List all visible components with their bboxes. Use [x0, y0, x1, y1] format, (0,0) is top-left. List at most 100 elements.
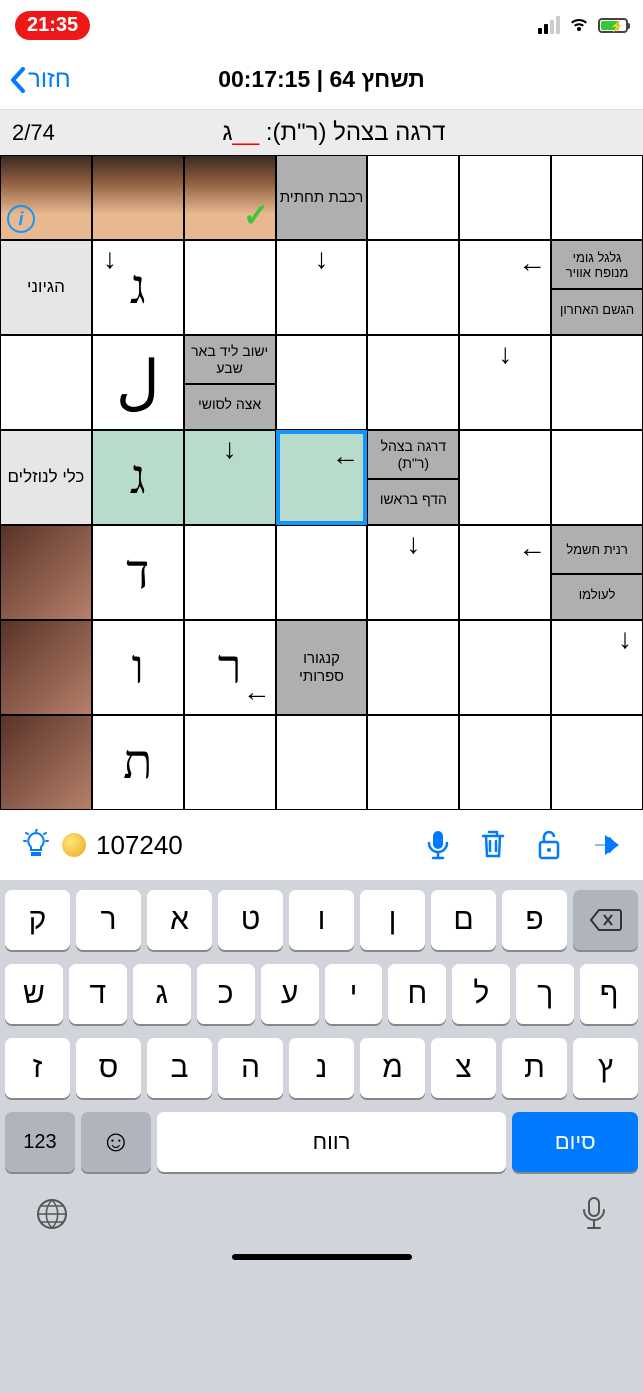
cell[interactable]: ג↓	[92, 240, 184, 335]
globe-icon[interactable]	[35, 1197, 69, 1231]
cell[interactable]	[184, 240, 276, 335]
key-backspace[interactable]	[573, 890, 638, 950]
cell[interactable]	[551, 715, 643, 810]
arrow-left-icon: ←	[518, 247, 546, 279]
cell[interactable]	[184, 715, 276, 810]
key-ה[interactable]: ה	[218, 1038, 283, 1098]
key-123[interactable]: 123	[5, 1112, 75, 1172]
key-ך[interactable]: ך	[516, 964, 574, 1024]
image-cell[interactable]	[0, 620, 92, 715]
cell[interactable]	[551, 430, 643, 525]
key-ל[interactable]: ל	[452, 964, 510, 1024]
trash-icon[interactable]	[479, 829, 507, 861]
cell[interactable]: ד	[92, 525, 184, 620]
key-ג[interactable]: ג	[133, 964, 191, 1024]
key-צ[interactable]: צ	[431, 1038, 496, 1098]
cell[interactable]	[367, 335, 459, 430]
clue-cell[interactable]: קנגורו ספרותי	[276, 620, 368, 715]
cell[interactable]	[276, 335, 368, 430]
key-ץ[interactable]: ץ	[573, 1038, 638, 1098]
status-right: ⚡	[538, 16, 628, 34]
image-cell[interactable]	[0, 525, 92, 620]
key-space[interactable]: רווח	[157, 1112, 506, 1172]
cell[interactable]	[276, 715, 368, 810]
clue-cell[interactable]: ישוב ליד באר שבעאצה לסושי	[184, 335, 276, 430]
key-ס[interactable]: ס	[76, 1038, 141, 1098]
cell[interactable]	[184, 525, 276, 620]
key-ט[interactable]: ט	[218, 890, 283, 950]
key-י[interactable]: י	[325, 964, 383, 1024]
cell[interactable]: ↓	[367, 525, 459, 620]
image-cell[interactable]	[92, 155, 184, 240]
key-ע[interactable]: ע	[261, 964, 319, 1024]
image-cell[interactable]	[0, 715, 92, 810]
key-done[interactable]: סיום	[512, 1112, 638, 1172]
cell[interactable]: ↓	[551, 620, 643, 715]
clue-text: דרגה בצהל (ר"ת): __ג	[55, 119, 613, 147]
cell[interactable]: ↓	[276, 240, 368, 335]
cell[interactable]	[459, 715, 551, 810]
key-ף[interactable]: ף	[580, 964, 638, 1024]
key-ח[interactable]: ח	[388, 964, 446, 1024]
arrow-down-icon: ↓	[618, 623, 632, 655]
image-cell[interactable]: ✓	[184, 155, 276, 240]
cell[interactable]	[0, 335, 92, 430]
arrow-down-icon: ↓	[406, 528, 420, 560]
image-cell[interactable]: i	[0, 155, 92, 240]
cell[interactable]	[367, 620, 459, 715]
arrow-down-icon: ↓	[314, 243, 328, 275]
key-ש[interactable]: ש	[5, 964, 63, 1024]
mic-icon[interactable]	[425, 829, 451, 861]
crossword-grid[interactable]: i ✓ רכבת תחתית הגיוני ג↓ ↓ ← גלגל גומי מ…	[0, 155, 643, 810]
signal-icon	[538, 16, 560, 34]
cell[interactable]	[459, 155, 551, 240]
cell[interactable]: ←	[459, 240, 551, 335]
cell[interactable]	[367, 715, 459, 810]
active-cell[interactable]: ←	[276, 430, 368, 525]
cell[interactable]	[367, 240, 459, 335]
home-indicator	[232, 1254, 412, 1260]
key-ת[interactable]: ת	[502, 1038, 567, 1098]
dictate-icon[interactable]	[580, 1196, 608, 1232]
coins-count: 107240	[96, 830, 183, 861]
info-icon[interactable]: i	[7, 205, 35, 233]
key-מ[interactable]: מ	[360, 1038, 425, 1098]
key-ד[interactable]: ד	[69, 964, 127, 1024]
cell[interactable]: ו	[92, 620, 184, 715]
cell[interactable]: ↓	[459, 335, 551, 430]
cell[interactable]: ل	[92, 335, 184, 430]
key-emoji[interactable]: ☺	[81, 1112, 151, 1172]
cell[interactable]: ג	[92, 430, 184, 525]
cell[interactable]	[551, 335, 643, 430]
key-כ[interactable]: כ	[197, 964, 255, 1024]
key-ו[interactable]: ו	[289, 890, 354, 950]
key-נ[interactable]: נ	[289, 1038, 354, 1098]
cell[interactable]	[276, 525, 368, 620]
cell[interactable]	[459, 620, 551, 715]
hint-icon[interactable]	[20, 829, 52, 861]
cell[interactable]	[367, 155, 459, 240]
cell[interactable]: ↓	[184, 430, 276, 525]
clue-cell[interactable]: רנית חשמללעולמו	[551, 525, 643, 620]
cell[interactable]	[551, 155, 643, 240]
clue-cell[interactable]: כלי לנוזלים	[0, 430, 92, 525]
clue-cell[interactable]: רכבת תחתית	[276, 155, 368, 240]
key-א[interactable]: א	[147, 890, 212, 950]
next-icon[interactable]	[591, 831, 623, 859]
key-פ[interactable]: פ	[502, 890, 567, 950]
cell[interactable]: ת	[92, 715, 184, 810]
key-ז[interactable]: ז	[5, 1038, 70, 1098]
key-ב[interactable]: ב	[147, 1038, 212, 1098]
key-ן[interactable]: ן	[360, 890, 425, 950]
cell[interactable]: ר←	[184, 620, 276, 715]
key-ר[interactable]: ר	[76, 890, 141, 950]
clue-cell[interactable]: גלגל גומי מנופח אווירהגשם האחרון	[551, 240, 643, 335]
clue-cell[interactable]: הגיוני	[0, 240, 92, 335]
key-ם[interactable]: ם	[431, 890, 496, 950]
back-button[interactable]: חזור	[10, 66, 71, 94]
cell[interactable]: ←	[459, 525, 551, 620]
cell[interactable]	[459, 430, 551, 525]
key-ק[interactable]: ק	[5, 890, 70, 950]
clue-cell[interactable]: דרגה בצהל (ר"ת)הדף בראשו	[367, 430, 459, 525]
lock-icon[interactable]	[535, 829, 563, 861]
